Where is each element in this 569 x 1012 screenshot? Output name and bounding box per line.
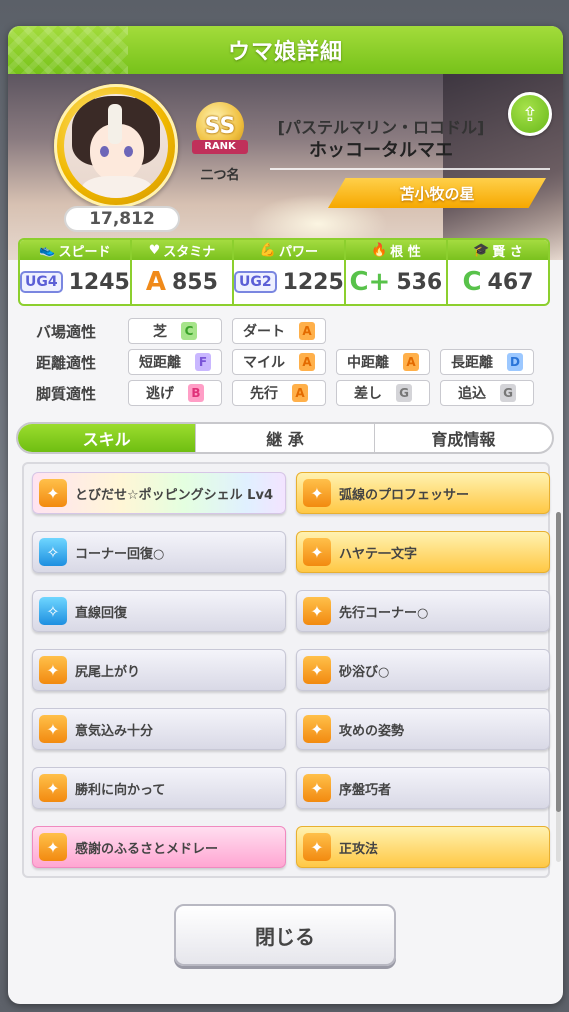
recovery-icon: ✧ (39, 538, 67, 566)
share-button[interactable]: ⇪ (508, 92, 552, 136)
skill-icon: ✦ (303, 833, 331, 861)
cap-icon: 🎓 (473, 242, 490, 258)
skill-icon: ✦ (39, 833, 67, 861)
skill-icon: ✦ (39, 774, 67, 802)
skill-card[interactable]: ✦ とびだせ☆ポッピングシェル Lv4 (32, 472, 286, 514)
skill-icon: ✦ (303, 715, 331, 743)
eye-left (100, 146, 109, 157)
stat-stamina: ♥ スタミナ A 855 (131, 240, 234, 304)
detail-tabs: スキル 継 承 育成情報 (16, 422, 554, 454)
speed-icon: 👟 (39, 242, 56, 258)
avatar-illustration (64, 94, 168, 198)
rank-label: 二つ名 (200, 168, 240, 183)
stat-value: 855 (171, 269, 218, 295)
aptitude-style: 脚質適性 逃げ B 先行 A 差し G 追込 G (36, 380, 546, 406)
skill-card[interactable]: ✦ 正攻法 (296, 826, 550, 868)
skill-card[interactable]: ✦ 意気込み十分 (32, 708, 286, 750)
epithet-badge[interactable]: 苫小牧の星 (328, 178, 546, 208)
stat-grade: C+ (349, 267, 391, 297)
skill-icon: ✦ (39, 656, 67, 684)
skill-card[interactable]: ✦ 序盤巧者 (296, 767, 550, 809)
stat-value: 1245 (68, 269, 130, 295)
skill-icon: ✦ (39, 715, 67, 743)
skill-card[interactable]: ✦ 勝利に向かって (32, 767, 286, 809)
heart-icon: ♥ (148, 242, 161, 258)
rank-badge: SS RANK (190, 102, 250, 164)
title-bar: ウマ娘詳細 (8, 26, 563, 74)
share-icon: ⇪ (521, 102, 539, 126)
skill-icon: ✦ (303, 479, 331, 507)
stat-speed: 👟 スピード UG4 1245 (20, 240, 132, 304)
title-pattern (8, 26, 128, 74)
aptitude-cell: 芝C (128, 318, 222, 344)
skill-card[interactable]: ✧ コーナー回復○ (32, 531, 286, 573)
skill-scrollbar[interactable] (556, 512, 561, 862)
avatar[interactable] (54, 84, 178, 208)
outfit-title: [パステルマリン・ロコドル] (277, 118, 485, 137)
stat-header: 💪 パワー (233, 240, 344, 260)
stat-value: 467 (487, 269, 534, 295)
name-divider (270, 168, 550, 170)
stat-header: 🎓 賢 さ (447, 240, 548, 260)
skill-icon: ✦ (303, 656, 331, 684)
stat-header: 👟 スピード (20, 240, 130, 260)
aptitude-cell: 差し G (336, 380, 430, 406)
aptitude-cell: 中距離 A (336, 349, 430, 375)
umamusume-detail-panel: ウマ娘詳細 17,812 SS RANK 二つ名 [パステルマリン・ロコドル] … (8, 26, 563, 1004)
skill-card[interactable]: ✧ 直線回復 (32, 590, 286, 632)
page-title: ウマ娘詳細 (227, 40, 343, 65)
power-icon: 💪 (259, 242, 276, 258)
stat-header: 🔥 根 性 (345, 240, 446, 260)
stat-power: 💪 パワー UG2 1225 (233, 240, 346, 304)
stat-grade: C (462, 267, 482, 297)
aptitude-cell: 逃げ B (128, 380, 222, 406)
aptitude-cell: ダート A (232, 318, 326, 344)
skill-card[interactable]: ✦ 感謝のふるさとメドレー (32, 826, 286, 868)
close-button[interactable]: 閉じる (174, 904, 396, 966)
skill-card[interactable]: ✦ 尻尾上がり (32, 649, 286, 691)
stat-value: 1225 (282, 269, 344, 295)
aptitude-cell: 先行 A (232, 380, 326, 406)
stat-header: ♥ スタミナ (131, 240, 232, 260)
hair-streak (108, 104, 122, 144)
aptitude-cell: 追込 G (440, 380, 534, 406)
skill-card[interactable]: ✦ 弧線のプロフェッサー (296, 472, 550, 514)
aptitude-cell: 長距離 D (440, 349, 534, 375)
aptitude-track: バ場適性 芝C ダート A (36, 318, 546, 344)
flame-icon: 🔥 (370, 242, 388, 258)
stats-table: 👟 スピード UG4 1245 ♥ スタミナ A 855 💪 パワー UG2 1225 🔥 根… (18, 238, 550, 306)
eye-right (124, 146, 133, 157)
skill-card[interactable]: ✦ 攻めの姿勢 (296, 708, 550, 750)
skill-card[interactable]: ✦ 砂浴び○ (296, 649, 550, 691)
tab-inheritance[interactable]: 継 承 (196, 424, 375, 452)
aptitude-distance: 距離適性 短距離 F マイル A 中距離 A 長距離 D (36, 349, 546, 375)
skill-card[interactable]: ✦ ハヤテ一文字 (296, 531, 550, 573)
stat-wit: 🎓 賢 さ C 467 (447, 240, 548, 304)
stat-grade: UG4 (20, 271, 63, 293)
skill-icon: ✦ (39, 479, 67, 507)
aptitude-cell: 短距離 F (128, 349, 222, 375)
tab-training-info[interactable]: 育成情報 (375, 424, 552, 452)
stat-grade: A (145, 267, 166, 297)
aptitude-cell: マイル A (232, 349, 326, 375)
scrollbar-thumb[interactable] (556, 512, 561, 812)
stat-guts: 🔥 根 性 C+ 536 (345, 240, 448, 304)
rank-ribbon: RANK (192, 140, 248, 154)
skill-card[interactable]: ✦ 先行コーナー○ (296, 590, 550, 632)
tab-skills[interactable]: スキル (18, 424, 197, 452)
body (82, 176, 152, 198)
character-name: ホッコータルマエ (309, 140, 453, 161)
skill-icon: ✦ (303, 597, 331, 625)
fan-count: 17,812 (64, 206, 180, 232)
stat-value: 536 (396, 269, 443, 295)
skill-icon: ✦ (303, 538, 331, 566)
skill-icon: ✦ (303, 774, 331, 802)
skill-list[interactable]: ✦ とびだせ☆ポッピングシェル Lv4 ✧ コーナー回復○ ✧ 直線回復 ✦ 尻尾上がり… (22, 462, 561, 878)
stat-grade: UG2 (233, 271, 277, 293)
recovery-icon: ✧ (39, 597, 67, 625)
